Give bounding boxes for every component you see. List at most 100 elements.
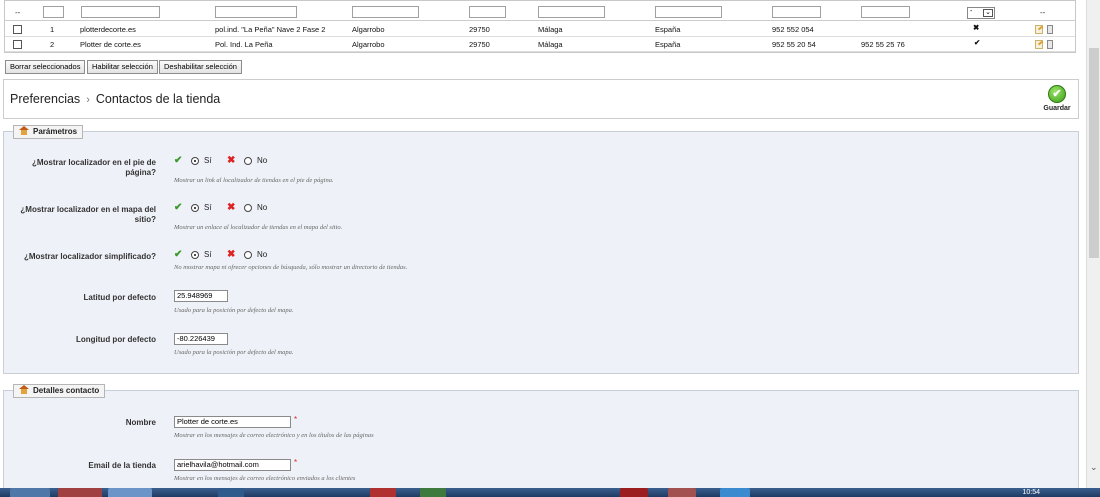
filter-name-input[interactable] bbox=[81, 6, 160, 18]
row-name: Plotter de corte.es bbox=[80, 40, 141, 49]
filter-fax-input[interactable] bbox=[861, 6, 910, 18]
footer-locator-no-radio[interactable] bbox=[244, 157, 252, 165]
required-asterisk: * bbox=[294, 458, 298, 467]
simple-locator-yes-radio[interactable] bbox=[191, 251, 199, 259]
filter-province-input[interactable] bbox=[538, 6, 605, 18]
taskbar-app-icon[interactable] bbox=[668, 488, 696, 497]
row-checkbox[interactable] bbox=[13, 25, 22, 34]
yes-label: Sí bbox=[204, 203, 212, 212]
filter-row: -- - ⌄ -- bbox=[5, 3, 1075, 21]
shop-email-hint: Mostrar en los mensajes de correo electr… bbox=[174, 475, 356, 482]
yes-check-icon: ✔ bbox=[174, 249, 183, 260]
filter-active-value: - bbox=[970, 8, 973, 15]
chevron-down-icon[interactable]: ⌄ bbox=[983, 9, 993, 17]
longitude-input[interactable]: -80.226439 bbox=[174, 333, 228, 345]
page-title: Contactos de la tienda bbox=[95, 92, 221, 106]
row-id: 1 bbox=[50, 25, 55, 34]
filter-active-select[interactable]: - ⌄ bbox=[967, 7, 995, 19]
edit-icon[interactable] bbox=[1035, 40, 1043, 49]
yes-check-icon: ✔ bbox=[174, 155, 183, 166]
os-taskbar: 10:54 bbox=[0, 488, 1100, 497]
filter-country-input[interactable] bbox=[655, 6, 722, 18]
longitude-hint: Usado para la posición por defecto del m… bbox=[174, 349, 294, 356]
save-label: Guardar bbox=[1043, 105, 1071, 112]
contact-details-panel: Detalles contacto Nombre Plotter de cort… bbox=[3, 384, 1079, 490]
delete-icon[interactable] bbox=[1047, 25, 1053, 34]
parameters-panel: Parámetros ¿Mostrar localizador en el pi… bbox=[3, 125, 1079, 374]
row-province: Málaga bbox=[538, 25, 563, 34]
row-phone: 952 552 054 bbox=[772, 25, 814, 34]
breadcrumb-separator: › bbox=[86, 94, 90, 106]
sitemap-locator-yes-radio[interactable] bbox=[191, 204, 199, 212]
contact-legend: Detalles contacto bbox=[13, 384, 106, 398]
footer-locator-yes-radio[interactable] bbox=[191, 157, 199, 165]
vertical-scrollbar[interactable]: ⌄ bbox=[1086, 0, 1100, 488]
taskbar-app-icon[interactable] bbox=[620, 488, 648, 497]
filter-actions-dash: -- bbox=[1040, 8, 1046, 17]
scrollbar-thumb[interactable] bbox=[1089, 48, 1099, 258]
latitude-input[interactable]: 25.948969 bbox=[174, 290, 228, 302]
row-city: Algarrobo bbox=[352, 25, 385, 34]
parameters-legend-label: Parámetros bbox=[33, 127, 78, 136]
yes-label: Sí bbox=[204, 156, 212, 165]
taskbar-app-icon[interactable] bbox=[420, 488, 446, 497]
no-x-icon: ✖ bbox=[227, 249, 236, 260]
scroll-down-arrow-icon[interactable]: ⌄ bbox=[1090, 462, 1098, 473]
checkmark-icon: ✔ bbox=[1048, 85, 1066, 103]
row-phone: 952 55 20 54 bbox=[772, 40, 816, 49]
simple-locator-hint: No mostrar mapa ni ofrecer opciones de b… bbox=[174, 264, 408, 271]
simple-locator-label: ¿Mostrar localizador simplificado? bbox=[23, 252, 156, 261]
active-check-icon[interactable]: ✔ bbox=[974, 38, 980, 47]
simple-locator-no-radio[interactable] bbox=[244, 251, 252, 259]
taskbar-clock: 10:54 bbox=[1022, 489, 1040, 496]
breadcrumb: Preferencias › Contactos de la tienda bbox=[10, 92, 220, 106]
taskbar-start-icon[interactable] bbox=[10, 488, 50, 497]
row-fax: 952 55 25 76 bbox=[861, 40, 905, 49]
sitemap-locator-no-radio[interactable] bbox=[244, 204, 252, 212]
row-postcode: 29750 bbox=[469, 25, 490, 34]
filter-phone-input[interactable] bbox=[772, 6, 821, 18]
stores-table: -- - ⌄ -- 1 plotterdecorte.es pol.ind. "… bbox=[4, 0, 1076, 53]
enable-selected-button[interactable]: Habilitar selección bbox=[87, 60, 158, 74]
filter-city-input[interactable] bbox=[352, 6, 419, 18]
no-label: No bbox=[257, 203, 268, 212]
delete-icon[interactable] bbox=[1047, 40, 1053, 49]
home-icon bbox=[19, 126, 29, 135]
latitude-label: Latitud por defecto bbox=[83, 293, 156, 302]
taskbar-app-icon[interactable] bbox=[58, 488, 102, 497]
taskbar-app-icon[interactable] bbox=[370, 488, 396, 497]
row-address: Pol. Ind. La Peña bbox=[215, 40, 273, 49]
no-x-icon: ✖ bbox=[227, 155, 236, 166]
no-label: No bbox=[257, 250, 268, 259]
page-toolbar: Preferencias › Contactos de la tienda ✔ Gu… bbox=[3, 79, 1079, 119]
footer-locator-hint: Mostrar un link al localizador de tienda… bbox=[174, 177, 334, 184]
row-checkbox[interactable] bbox=[13, 40, 22, 49]
sitemap-locator-label: ¿Mostrar localizador en el mapa del siti… bbox=[20, 205, 156, 224]
breadcrumb-parent[interactable]: Preferencias bbox=[10, 92, 80, 106]
disable-selected-button[interactable]: Deshabilitar selección bbox=[159, 60, 242, 74]
table-row[interactable]: 1 plotterdecorte.es pol.ind. "La Peña" N… bbox=[5, 22, 1075, 37]
shop-email-input[interactable]: arielhavila@hotmail.com bbox=[174, 459, 291, 471]
filter-postcode-input[interactable] bbox=[469, 6, 506, 18]
taskbar-app-icon[interactable] bbox=[218, 488, 244, 497]
shop-name-input[interactable]: Plotter de corte.es bbox=[174, 416, 291, 428]
edit-icon[interactable] bbox=[1035, 25, 1043, 34]
filter-address-input[interactable] bbox=[215, 6, 297, 18]
taskbar-browser-icon[interactable] bbox=[108, 488, 152, 497]
table-row[interactable]: 2 Plotter de corte.es Pol. Ind. La Peña … bbox=[5, 37, 1075, 52]
taskbar-app-icon[interactable] bbox=[720, 488, 750, 497]
filter-dash: -- bbox=[15, 8, 21, 17]
footer-locator-label: ¿Mostrar localizador en el pie de página… bbox=[31, 158, 156, 177]
save-button[interactable]: ✔ Guardar bbox=[1042, 85, 1072, 112]
inactive-x-icon[interactable]: ✖ bbox=[973, 23, 979, 32]
parameters-legend: Parámetros bbox=[13, 125, 84, 139]
contact-legend-label: Detalles contacto bbox=[33, 386, 100, 395]
filter-id-input[interactable] bbox=[43, 6, 64, 18]
no-x-icon: ✖ bbox=[227, 202, 236, 213]
sitemap-locator-hint: Mostrar un enlace al localizador de tien… bbox=[174, 224, 343, 231]
row-id: 2 bbox=[50, 40, 55, 49]
row-name: plotterdecorte.es bbox=[80, 25, 136, 34]
delete-selected-button[interactable]: Borrar seleccionados bbox=[5, 60, 86, 74]
shop-email-label: Email de la tienda bbox=[88, 461, 156, 470]
row-postcode: 29750 bbox=[469, 40, 490, 49]
